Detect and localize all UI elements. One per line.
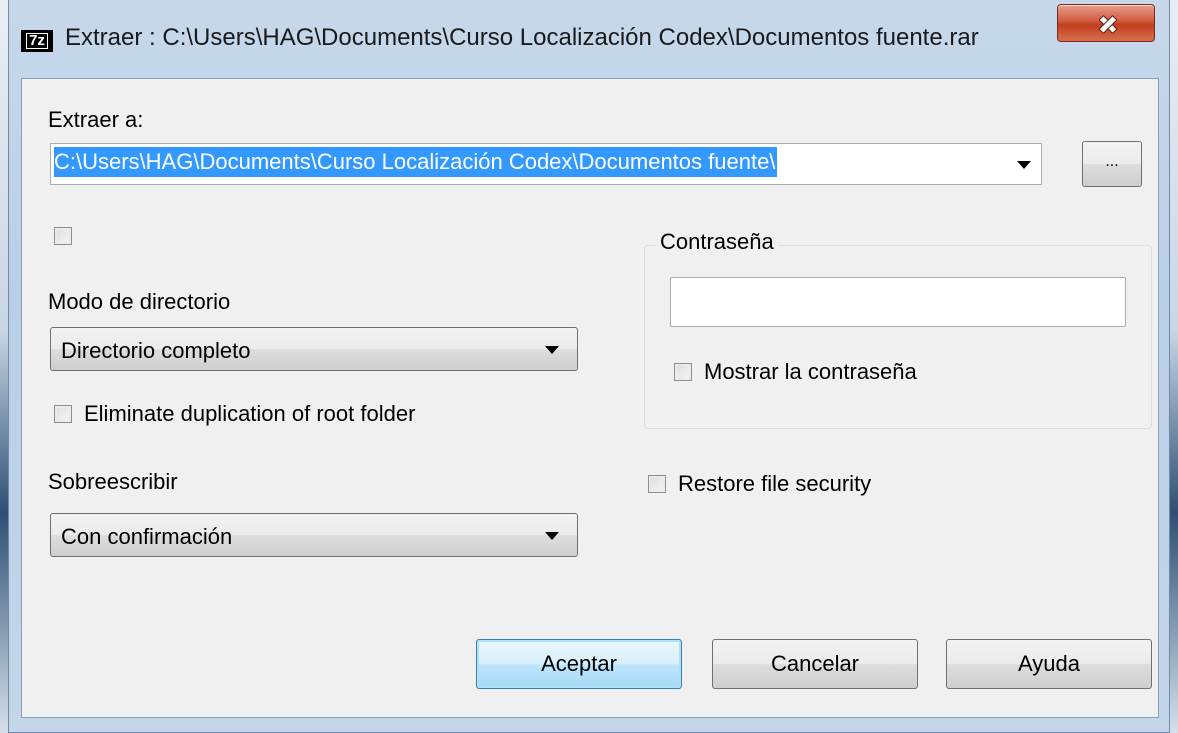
extract-path-value[interactable]: C:\Users\HAG\Documents\Curso Localizació… [54, 147, 778, 177]
show-password-checkbox[interactable] [674, 363, 692, 381]
title-bar[interactable]: 7z Extraer : C:\Users\HAG\Documents\Curs… [9, 0, 1169, 78]
directory-mode-value: Directorio completo [61, 338, 251, 363]
password-group-title: Contraseña [656, 229, 778, 255]
extract-path-combobox[interactable]: C:\Users\HAG\Documents\Curso Localizació… [50, 143, 1042, 185]
help-button[interactable]: Ayuda [946, 639, 1152, 689]
eliminate-root-label[interactable]: Eliminate duplication of root folder [84, 401, 415, 427]
overwrite-value: Con confirmación [61, 524, 233, 549]
unnamed-checkbox[interactable] [54, 227, 72, 245]
restore-security-label[interactable]: Restore file security [678, 471, 871, 497]
chevron-down-icon[interactable] [1017, 161, 1031, 169]
password-groupbox [644, 245, 1152, 429]
cancel-button[interactable]: Cancelar [712, 639, 918, 689]
chevron-down-icon [545, 346, 559, 354]
overwrite-dropdown[interactable]: Con confirmación [50, 513, 578, 557]
overwrite-label: Sobreescribir [48, 469, 178, 494]
window-title: Extraer : C:\Users\HAG\Documents\Curso L… [65, 24, 979, 51]
chevron-down-icon [545, 532, 559, 540]
eliminate-root-checkbox[interactable] [54, 405, 72, 423]
restore-security-checkbox[interactable] [648, 475, 666, 493]
7zip-app-icon[interactable]: 7z [21, 30, 53, 52]
directory-mode-label: Modo de directorio [48, 289, 231, 314]
extract-dialog: 7z Extraer : C:\Users\HAG\Documents\Curs… [8, 0, 1170, 733]
close-button[interactable] [1057, 4, 1155, 42]
dialog-body: Extraer a: C:\Users\HAG\Documents\Curso … [21, 78, 1159, 718]
directory-mode-dropdown[interactable]: Directorio completo [50, 327, 578, 371]
extract-to-label: Extraer a: [48, 107, 144, 132]
ok-button[interactable]: Aceptar [476, 639, 682, 689]
show-password-label[interactable]: Mostrar la contraseña [704, 359, 917, 385]
password-input[interactable] [670, 277, 1126, 327]
browse-button[interactable]: ... [1082, 141, 1142, 187]
